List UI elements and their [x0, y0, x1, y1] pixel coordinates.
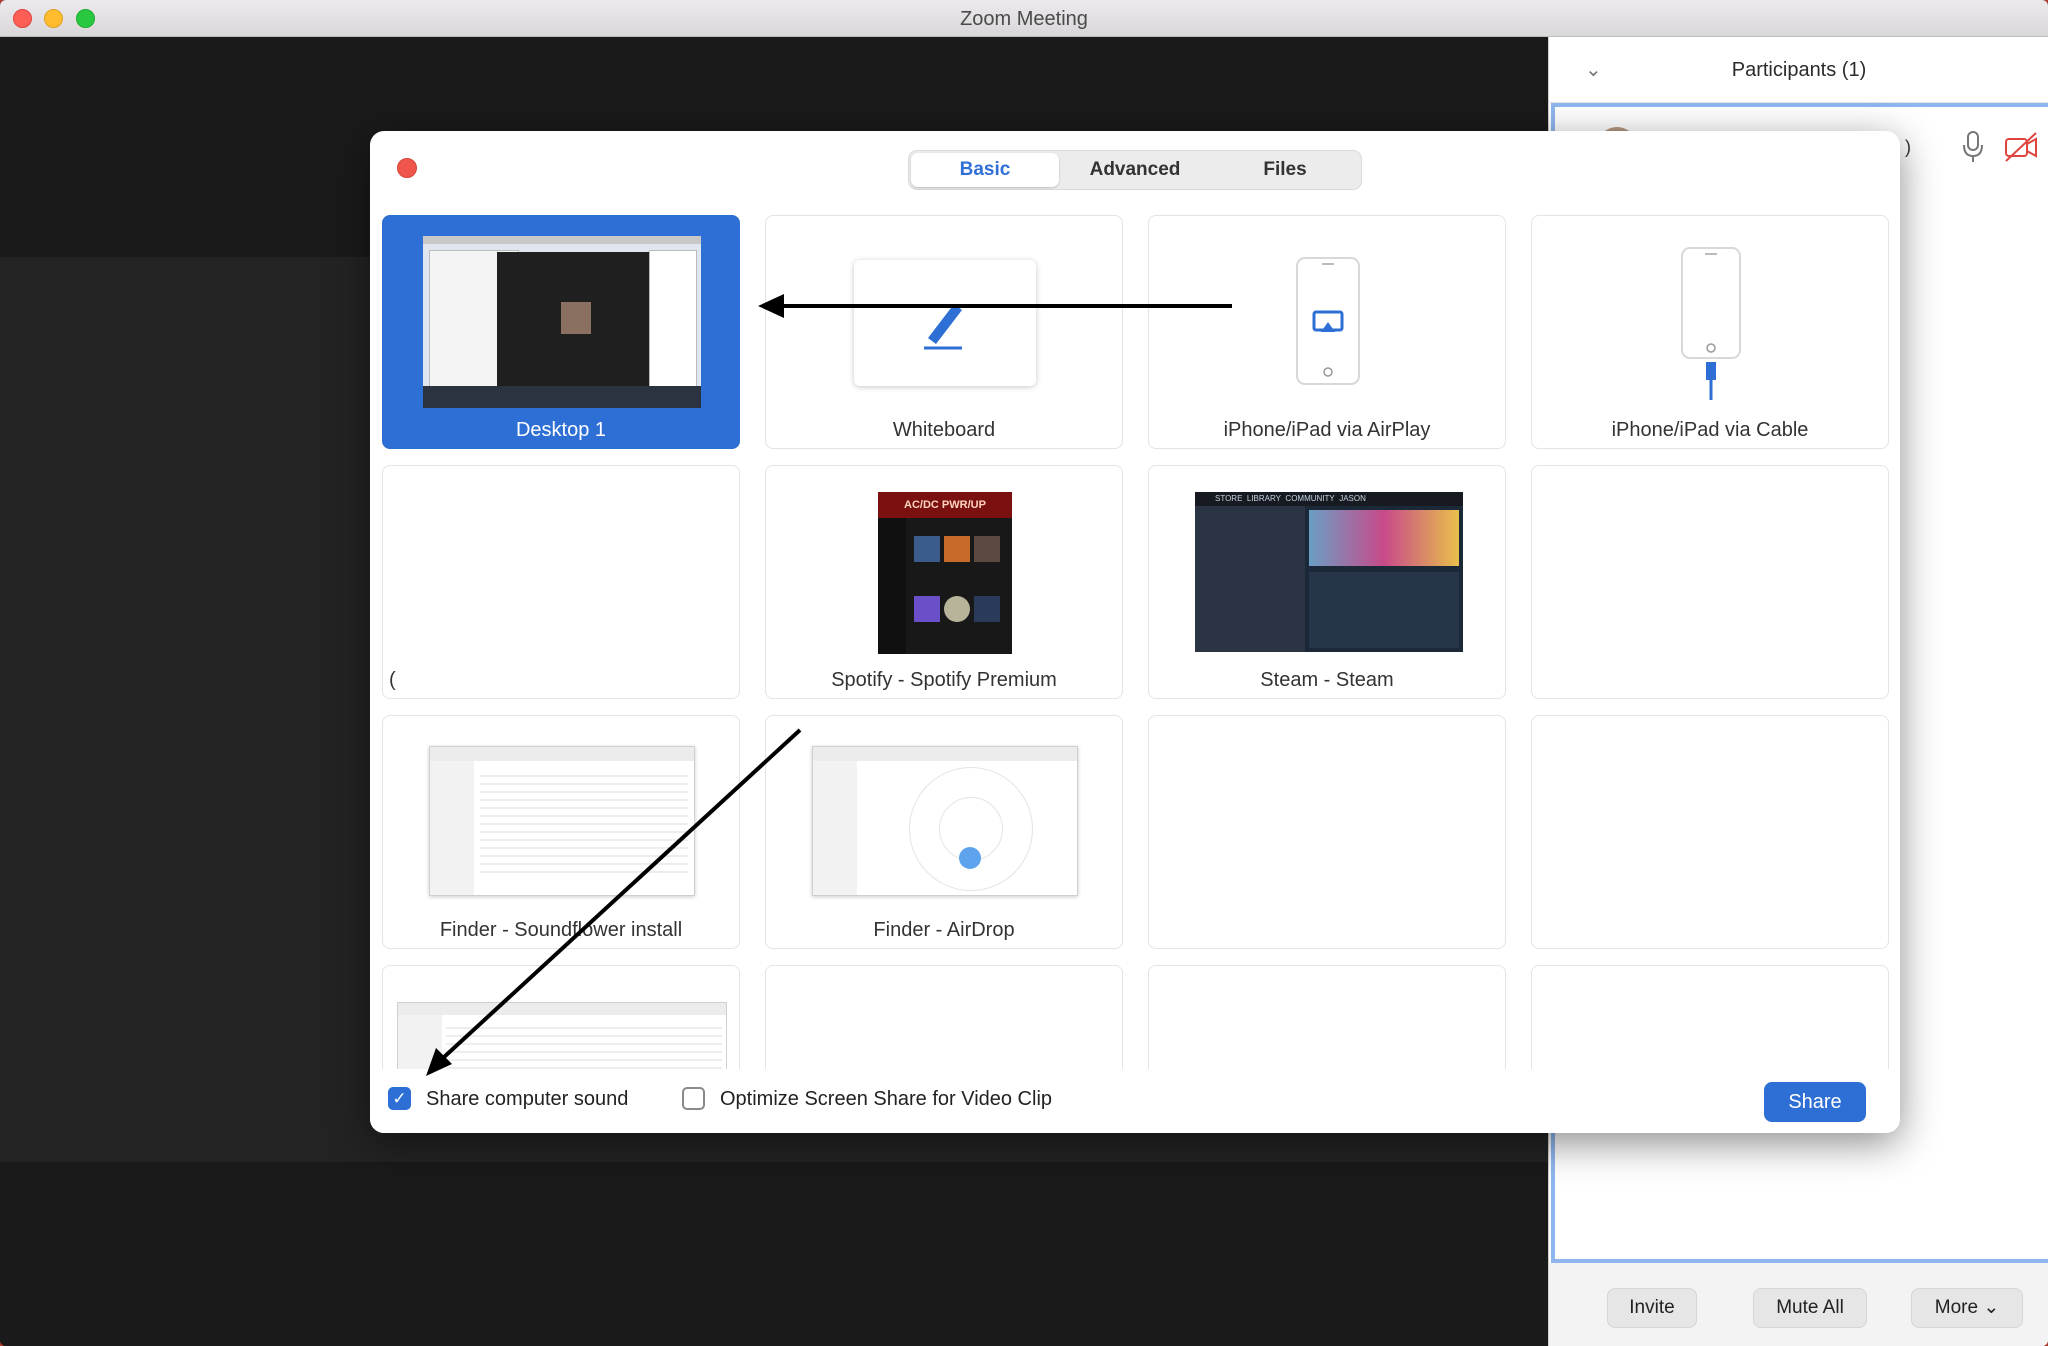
source-finder-airdrop[interactable]: Finder - AirDrop	[765, 715, 1123, 949]
share-sound-label[interactable]: Share computer sound	[426, 1088, 628, 1111]
source-whiteboard[interactable]: Whiteboard	[765, 215, 1123, 449]
share-screen-dialog: Basic Advanced Files Desktop 1 Whiteboar…	[370, 131, 1900, 1133]
source-label: Desktop 1	[515, 419, 607, 441]
source-label: iPhone/iPad via Cable	[1611, 419, 1809, 441]
pen-icon	[924, 304, 962, 350]
more-button-label: More	[1934, 1297, 1979, 1318]
share-tabs: Basic Advanced Files	[908, 150, 1362, 190]
source-window-empty[interactable]	[1148, 715, 1506, 949]
source-window-blank[interactable]: (	[382, 465, 740, 699]
source-window-empty[interactable]	[1531, 715, 1889, 949]
tab-advanced[interactable]: Advanced	[1061, 153, 1209, 187]
source-label: Spotify - Spotify Premium	[831, 669, 1057, 691]
source-desktop-1[interactable]: Desktop 1	[382, 215, 740, 449]
steam-nav-item: LIBRARY	[1246, 494, 1281, 503]
source-steam[interactable]: STORE LIBRARY COMMUNITY JASON Steam - St…	[1148, 465, 1506, 699]
airdrop-thumbnail	[812, 746, 1078, 896]
participants-header: ⌄ Participants (1)	[1549, 37, 2048, 103]
whiteboard-thumbnail	[854, 260, 1036, 386]
source-label: Finder - Soundflower install	[439, 919, 683, 941]
source-finder-window[interactable]	[382, 965, 740, 1069]
source-iphone-cable[interactable]: iPhone/iPad via Cable	[1531, 215, 1889, 449]
optimize-video-checkbox[interactable]	[682, 1087, 705, 1110]
participants-footer: Invite Mute All More ⌄	[1549, 1263, 2048, 1346]
title-bar: Zoom Meeting	[0, 0, 2048, 37]
dialog-close-button[interactable]	[397, 158, 417, 178]
finder-thumbnail	[429, 746, 695, 896]
invite-button[interactable]: Invite	[1607, 1288, 1697, 1328]
more-button[interactable]: More ⌄	[1911, 1288, 2023, 1328]
share-source-grid: Desktop 1 Whiteboard iPhone/iPad via Air…	[370, 211, 1900, 1069]
spotify-banner: AC/DC PWR/UP	[878, 492, 1012, 518]
source-label: Whiteboard	[892, 419, 996, 441]
spotify-thumbnail: AC/DC PWR/UP	[878, 492, 1012, 654]
chevron-down-icon: ⌄	[1983, 1297, 2000, 1318]
desktop-thumbnail	[423, 236, 701, 408]
steam-nav-item: COMMUNITY	[1285, 494, 1335, 503]
steam-thumbnail: STORE LIBRARY COMMUNITY JASON	[1195, 492, 1463, 652]
source-window-empty[interactable]	[1531, 465, 1889, 699]
share-sound-checkbox[interactable]: ✓	[388, 1087, 411, 1110]
finder-thumbnail	[397, 1002, 727, 1069]
share-button[interactable]: Share	[1764, 1082, 1866, 1122]
source-spotify[interactable]: AC/DC PWR/UP Spotify - Spotify Premium	[765, 465, 1123, 699]
steam-nav: STORE LIBRARY COMMUNITY JASON	[1215, 494, 1366, 503]
source-label: Steam - Steam	[1260, 669, 1394, 691]
source-window-empty[interactable]	[1148, 965, 1506, 1069]
participants-title: Participants (1)	[1731, 59, 1867, 81]
source-window-empty[interactable]	[1531, 965, 1889, 1069]
zoom-window: Zoom Meeting ⌄ Participants (1) ) Invite…	[0, 0, 2048, 1346]
share-options-bar: ✓ Share computer sound Optimize Screen S…	[370, 1069, 1900, 1133]
optimize-video-label[interactable]: Optimize Screen Share for Video Clip	[720, 1088, 1052, 1111]
mute-all-button[interactable]: Mute All	[1753, 1288, 1867, 1328]
source-label: (	[389, 669, 396, 691]
window-title: Zoom Meeting	[960, 8, 1088, 30]
source-label: iPhone/iPad via AirPlay	[1223, 419, 1431, 441]
cable-phone-icon	[1681, 247, 1741, 400]
tab-files[interactable]: Files	[1211, 153, 1359, 187]
video-off-icon[interactable]	[2003, 131, 2039, 163]
source-iphone-airplay[interactable]: iPhone/iPad via AirPlay	[1148, 215, 1506, 449]
tab-basic[interactable]: Basic	[911, 153, 1059, 187]
participant-name: )	[1905, 137, 1911, 157]
steam-nav-item: JASON	[1339, 494, 1366, 503]
source-window-empty[interactable]	[765, 965, 1123, 1069]
source-label: Finder - AirDrop	[873, 919, 1015, 941]
airplay-phone-icon	[1296, 257, 1360, 385]
steam-nav-item: STORE	[1215, 494, 1243, 503]
source-finder-soundflower[interactable]: Finder - Soundflower install	[382, 715, 740, 949]
microphone-icon[interactable]	[1959, 129, 1987, 165]
